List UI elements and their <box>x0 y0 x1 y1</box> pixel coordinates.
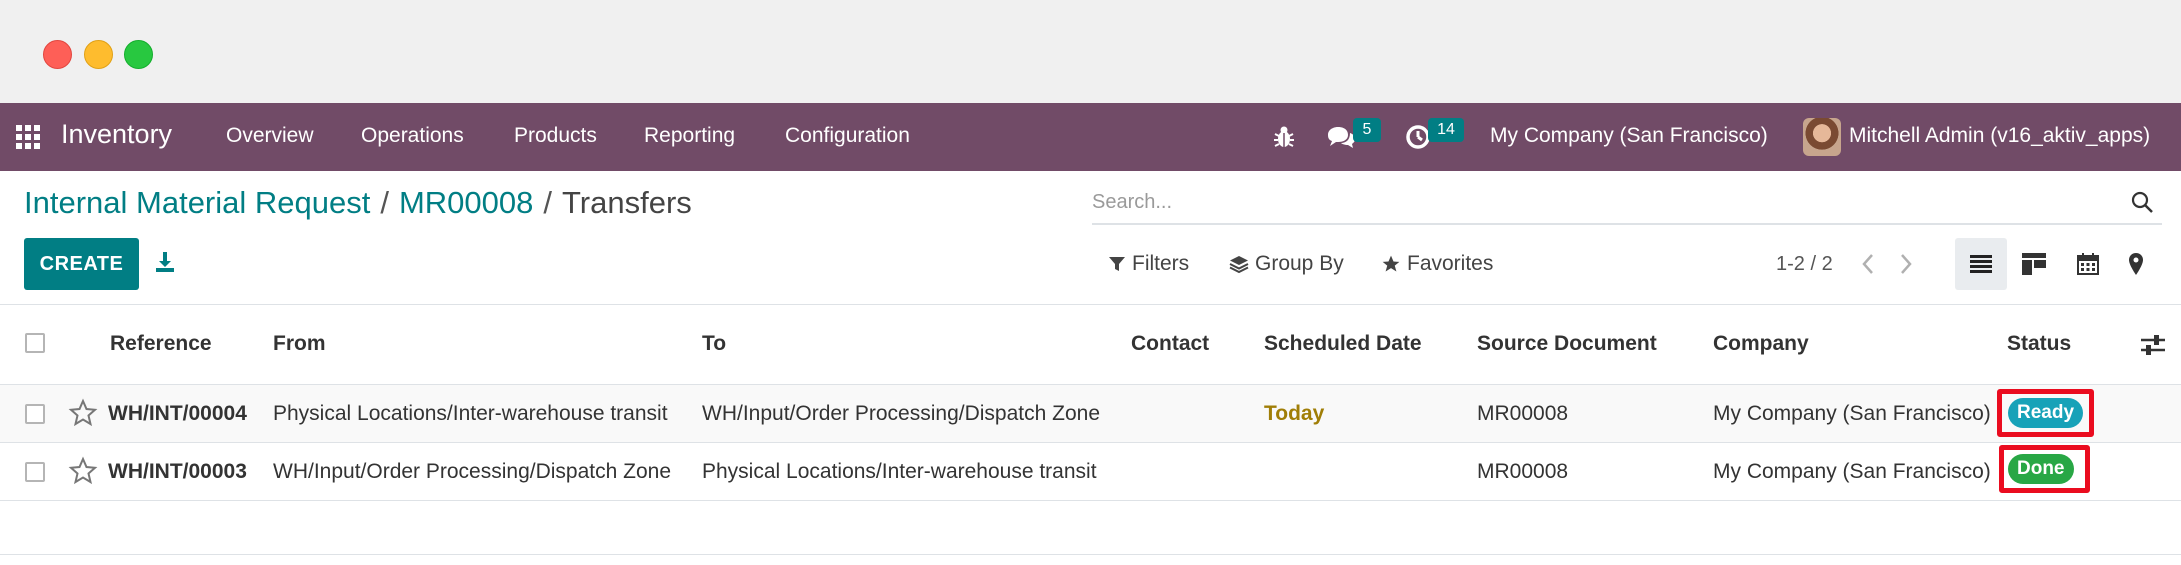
window-titlebar <box>0 0 2181 103</box>
row-checkbox[interactable] <box>25 404 45 424</box>
breadcrumb-current: Transfers <box>562 185 692 220</box>
map-marker-icon <box>2129 253 2143 275</box>
bug-icon[interactable] <box>1272 124 1296 150</box>
layers-icon <box>1229 256 1249 274</box>
column-contact[interactable]: Contact <box>1131 332 1209 356</box>
close-window-button[interactable] <box>43 40 72 69</box>
top-navbar: Inventory Overview Operations Products R… <box>0 103 2181 171</box>
select-all-checkbox[interactable] <box>25 333 45 353</box>
menu-operations[interactable]: Operations <box>361 124 464 148</box>
breadcrumb-separator: / <box>543 185 553 220</box>
search-bar <box>1092 181 2162 225</box>
breadcrumb-separator: / <box>380 185 389 220</box>
favorites-button[interactable]: Favorites <box>1381 252 1493 276</box>
cell-to: Physical Locations/Inter-warehouse trans… <box>702 460 1097 483</box>
column-reference[interactable]: Reference <box>110 332 212 356</box>
column-company[interactable]: Company <box>1713 332 1809 356</box>
breadcrumb: Internal Material Request / MR00008 / Transf… <box>24 185 692 221</box>
breadcrumb-item-mr[interactable]: MR00008 <box>399 185 533 220</box>
favorites-label: Favorites <box>1407 252 1494 275</box>
table-header: Reference From To Contact Scheduled Date… <box>0 305 2181 385</box>
chevron-right-icon[interactable] <box>1896 251 1916 277</box>
cell-company: My Company (San Francisco) <box>1713 402 1991 425</box>
transfers-table: Reference From To Contact Scheduled Date… <box>0 305 2181 565</box>
minimize-window-button[interactable] <box>84 40 113 69</box>
menu-configuration[interactable]: Configuration <box>785 124 910 148</box>
pager-value[interactable]: 1-2 / 2 <box>1776 253 1833 276</box>
messages-icon[interactable] <box>1326 125 1356 151</box>
app-grid-icon[interactable] <box>16 125 40 149</box>
priority-star-icon[interactable] <box>68 398 98 428</box>
control-panel: Internal Material Request / MR00008 / Transf… <box>0 171 2181 305</box>
cell-scheduled-date: Today <box>1264 402 1325 425</box>
search-icon[interactable] <box>2130 190 2154 214</box>
table-bottom-divider <box>0 554 2181 555</box>
row-checkbox[interactable] <box>25 462 45 482</box>
list-view-icon <box>1970 255 1992 273</box>
activities-badge: 14 <box>1428 118 1464 142</box>
cell-source-document: MR00008 <box>1477 402 1569 425</box>
calendar-view-button[interactable] <box>2062 238 2114 290</box>
group-by-button[interactable]: Group By <box>1229 252 1344 276</box>
messages-badge: 5 <box>1353 118 1381 142</box>
kanban-view-icon <box>2022 253 2046 275</box>
calendar-view-icon <box>2077 253 2099 275</box>
menu-products[interactable]: Products <box>514 124 597 148</box>
company-switcher[interactable]: My Company (San Francisco) <box>1490 124 1768 148</box>
filters-label: Filters <box>1132 252 1190 275</box>
filter-icon <box>1109 257 1125 271</box>
menu-overview[interactable]: Overview <box>226 124 314 148</box>
status-badge: Done <box>2008 454 2074 484</box>
column-scheduled-date[interactable]: Scheduled Date <box>1264 332 1422 356</box>
cell-source-document: MR00008 <box>1477 460 1569 483</box>
filters-button[interactable]: Filters <box>1108 252 1189 276</box>
breadcrumb-item-request[interactable]: Internal Material Request <box>24 185 370 220</box>
user-avatar[interactable] <box>1803 118 1841 156</box>
menu-reporting[interactable]: Reporting <box>644 124 735 148</box>
download-icon[interactable] <box>153 250 177 274</box>
chevron-left-icon[interactable] <box>1858 251 1878 277</box>
search-input[interactable] <box>1092 187 2092 217</box>
column-status[interactable]: Status <box>2007 332 2071 356</box>
priority-star-icon[interactable] <box>68 456 98 486</box>
app-name[interactable]: Inventory <box>61 119 172 150</box>
star-icon <box>1382 255 1400 272</box>
maximize-window-button[interactable] <box>124 40 153 69</box>
kanban-view-button[interactable] <box>2008 238 2060 290</box>
status-badge: Ready <box>2008 398 2084 428</box>
cell-reference: WH/INT/00003 <box>108 460 247 483</box>
create-button[interactable]: CREATE <box>24 238 139 290</box>
column-source-document[interactable]: Source Document <box>1477 332 1657 356</box>
group-by-label: Group By <box>1255 252 1344 275</box>
table-row[interactable]: WH/INT/00003 WH/Input/Order Processing/D… <box>0 443 2181 501</box>
cell-company: My Company (San Francisco) <box>1713 460 1991 483</box>
optional-columns-icon[interactable] <box>2140 333 2166 357</box>
map-view-button[interactable] <box>2110 238 2162 290</box>
cell-from: WH/Input/Order Processing/Dispatch Zone <box>273 460 671 483</box>
cell-from: Physical Locations/Inter-warehouse trans… <box>273 402 668 425</box>
cell-reference: WH/INT/00004 <box>108 402 247 425</box>
list-view-button[interactable] <box>1955 238 2007 290</box>
column-from[interactable]: From <box>273 332 326 356</box>
table-row[interactable]: WH/INT/00004 Physical Locations/Inter-wa… <box>0 385 2181 443</box>
cell-to: WH/Input/Order Processing/Dispatch Zone <box>702 402 1100 425</box>
column-to[interactable]: To <box>702 332 726 356</box>
user-menu[interactable]: Mitchell Admin (v16_aktiv_apps) <box>1849 124 2150 148</box>
